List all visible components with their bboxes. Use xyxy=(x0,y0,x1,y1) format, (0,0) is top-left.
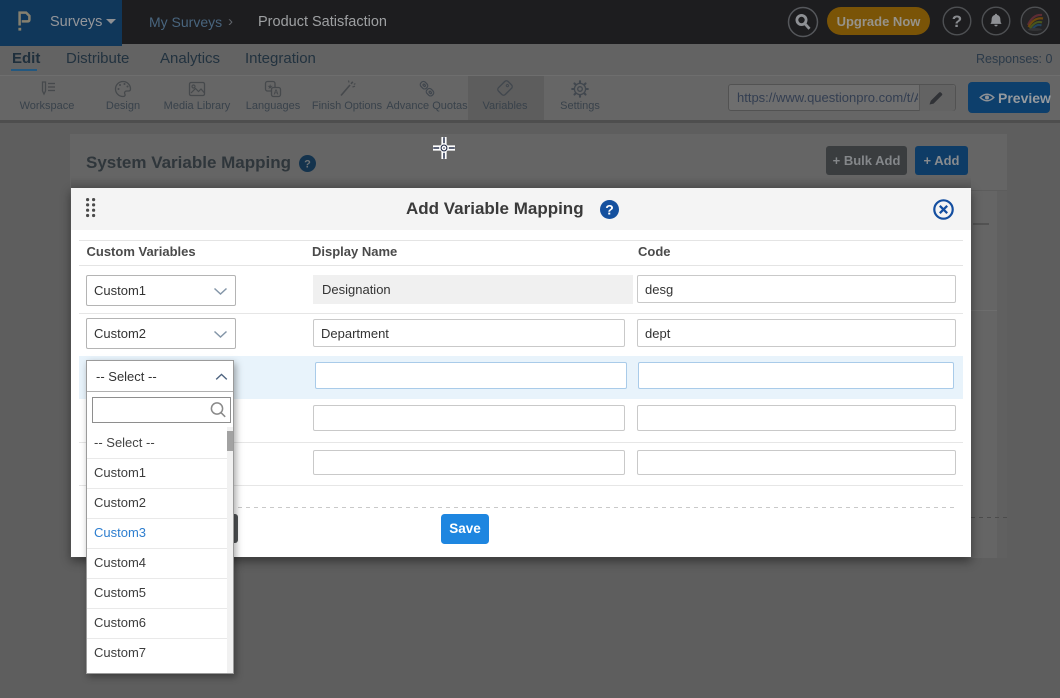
svg-text:?: ? xyxy=(952,12,962,31)
svg-text:A: A xyxy=(273,89,278,96)
svg-text:?: ? xyxy=(605,202,614,218)
svg-text:?: ? xyxy=(304,159,311,171)
